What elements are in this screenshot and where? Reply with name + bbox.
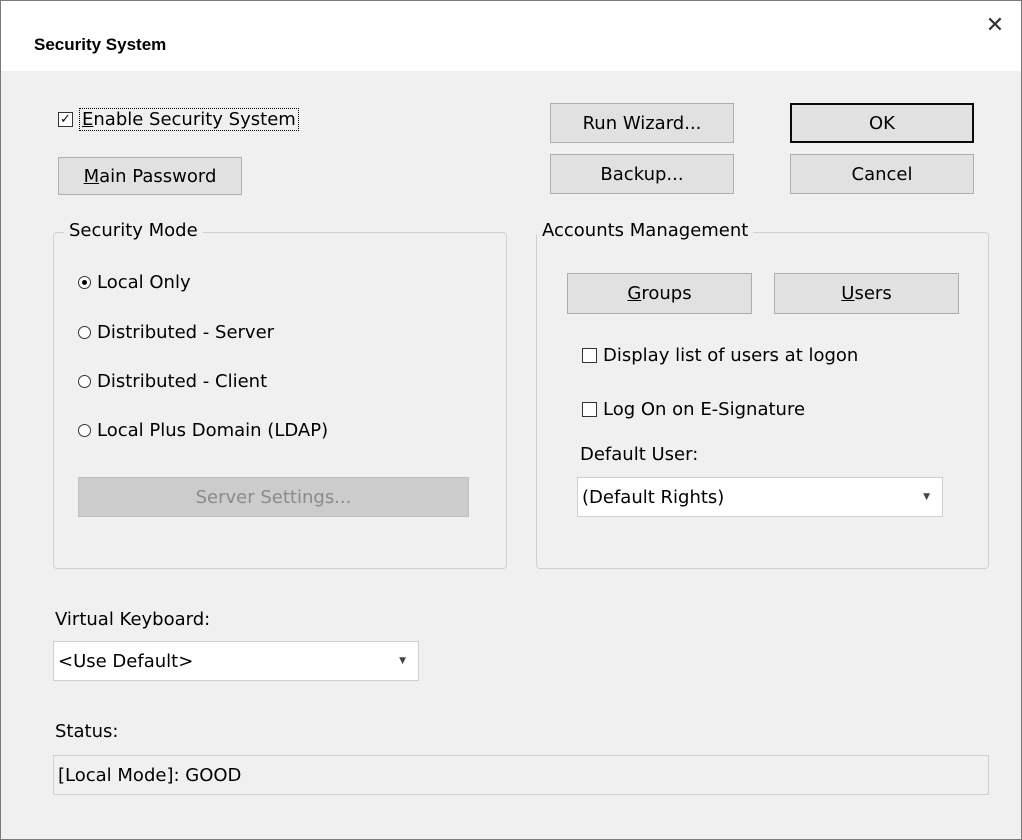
security-system-dialog: Security System ✕ ✓ Enable Security Syst… <box>0 0 1022 840</box>
groups-button[interactable]: Groups <box>567 273 752 314</box>
default-user-value: (Default Rights) <box>582 486 725 508</box>
default-user-dropdown[interactable]: (Default Rights) ▼ <box>577 477 943 517</box>
display-users-checkbox[interactable]: Display list of users at logon <box>582 345 858 366</box>
security-mode-legend: Security Mode <box>64 220 203 241</box>
checkbox-unchecked-icon[interactable] <box>582 348 597 363</box>
radio-unselected-icon[interactable] <box>78 375 91 388</box>
cancel-button[interactable]: Cancel <box>790 154 974 194</box>
main-password-mnemonic: M <box>83 165 100 187</box>
users-label: Users <box>841 283 892 304</box>
radio-local-plus-domain[interactable]: Local Plus Domain (LDAP) <box>78 420 328 441</box>
users-mnemonic: U <box>841 283 855 304</box>
status-field: [Local Mode]: GOOD <box>53 755 989 795</box>
status-value: [Local Mode]: GOOD <box>58 764 242 786</box>
run-wizard-button[interactable]: Run Wizard... <box>550 103 734 143</box>
ok-label: OK <box>869 112 895 134</box>
enable-security-label: Enable Security System <box>79 108 299 131</box>
logon-esignature-label: Log On on E-Signature <box>603 399 806 420</box>
virtual-keyboard-value: <Use Default> <box>58 650 194 672</box>
backup-label: Backup... <box>600 163 684 185</box>
enable-security-mnemonic: E <box>82 109 94 130</box>
radio-local-plus-domain-label: Local Plus Domain (LDAP) <box>97 420 329 441</box>
display-users-label: Display list of users at logon <box>603 345 859 366</box>
radio-distributed-client[interactable]: Distributed - Client <box>78 371 267 392</box>
virtual-keyboard-dropdown[interactable]: <Use Default> ▼ <box>53 641 419 681</box>
backup-button[interactable]: Backup... <box>550 154 734 194</box>
main-password-label: Main Password <box>83 165 217 187</box>
radio-distributed-client-label: Distributed - Client <box>97 371 268 392</box>
radio-selected-icon[interactable] <box>78 276 91 289</box>
status-label: Status: <box>55 721 119 742</box>
checkbox-unchecked-icon[interactable] <box>582 402 597 417</box>
groups-label: Groups <box>627 283 692 304</box>
radio-distributed-server-label: Distributed - Server <box>97 322 275 343</box>
run-wizard-label: Run Wizard... <box>582 112 702 134</box>
ok-button[interactable]: OK <box>790 103 974 143</box>
accounts-management-legend: Accounts Management <box>537 220 754 241</box>
groups-mnemonic: G <box>627 283 642 304</box>
checkbox-checked-icon[interactable]: ✓ <box>58 112 73 127</box>
radio-local-only[interactable]: Local Only <box>78 272 191 293</box>
enable-security-label-rest: nable Security System <box>93 109 296 130</box>
radio-unselected-icon[interactable] <box>78 424 91 437</box>
main-password-button[interactable]: Main Password <box>58 157 242 195</box>
dialog-title: Security System <box>34 35 167 54</box>
server-settings-button[interactable]: Server Settings... <box>78 477 469 517</box>
default-user-label: Default User: <box>580 444 699 465</box>
radio-local-only-label: Local Only <box>97 272 191 293</box>
chevron-down-icon: ▼ <box>399 656 406 666</box>
title-bar: Security System ✕ <box>1 1 1021 71</box>
cancel-label: Cancel <box>851 163 913 185</box>
radio-distributed-server[interactable]: Distributed - Server <box>78 322 274 343</box>
server-settings-label: Server Settings... <box>195 486 352 508</box>
close-icon[interactable]: ✕ <box>983 15 1007 39</box>
users-button[interactable]: Users <box>774 273 959 314</box>
virtual-keyboard-label: Virtual Keyboard: <box>55 609 211 630</box>
logon-esignature-checkbox[interactable]: Log On on E-Signature <box>582 399 805 420</box>
radio-unselected-icon[interactable] <box>78 326 91 339</box>
chevron-down-icon: ▼ <box>923 492 930 502</box>
enable-security-checkbox[interactable]: ✓ Enable Security System <box>58 108 299 131</box>
